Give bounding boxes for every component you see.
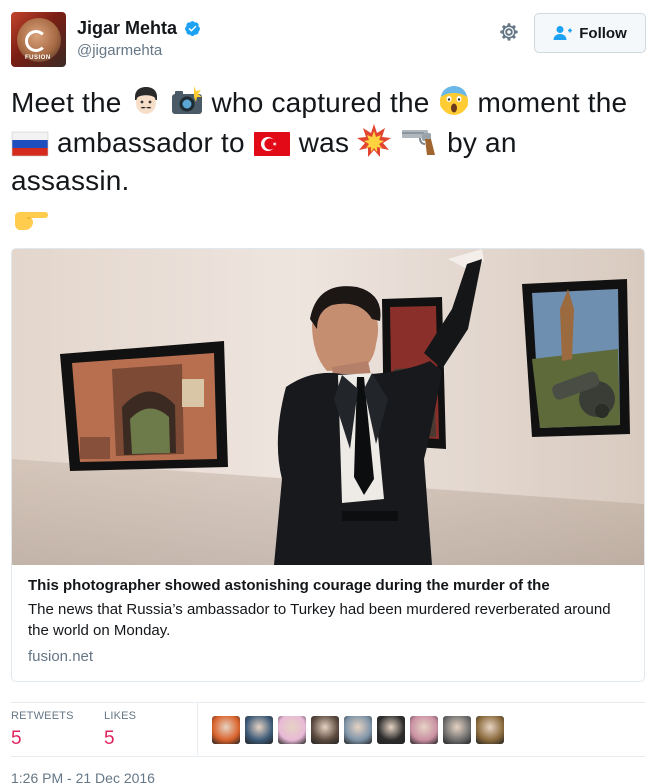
liker-avatar-9[interactable] xyxy=(476,716,504,744)
follow-label: Follow xyxy=(579,24,627,42)
retweets-count: 5 xyxy=(11,728,22,749)
follow-button[interactable]: Follow xyxy=(534,13,646,53)
card-photo-illustration xyxy=(12,249,644,565)
card-title[interactable]: This photographer showed astonishing cou… xyxy=(28,577,628,594)
stats-separator xyxy=(197,703,198,755)
tweet-text-part: who captured the xyxy=(211,87,438,118)
likes-count: 5 xyxy=(104,728,115,749)
user-handle[interactable]: @jigarmehta xyxy=(77,42,201,59)
liker-avatar-6[interactable] xyxy=(377,716,405,744)
display-name[interactable]: Jigar Mehta xyxy=(77,18,177,39)
man-face-emoji xyxy=(134,87,157,114)
pistol-emoji xyxy=(402,129,436,155)
avatar[interactable]: FUSION xyxy=(11,12,66,67)
card-body: This photographer showed astonishing cou… xyxy=(12,565,644,665)
fusion-logo-icon xyxy=(25,30,47,52)
user-identity: Jigar Mehta @jigarmehta xyxy=(77,18,201,59)
tweet-timestamp[interactable]: 1:26 PM - 21 Dec 2016 xyxy=(11,770,155,784)
likes-stat[interactable]: LIKES 5 xyxy=(104,710,136,750)
liker-avatar-4[interactable] xyxy=(311,716,339,744)
camera-flash-emoji xyxy=(171,86,202,114)
verified-badge-icon xyxy=(185,21,201,37)
liker-avatars xyxy=(212,716,504,744)
liker-avatar-8[interactable] xyxy=(443,716,471,744)
avatar-logo-text: FUSION xyxy=(25,55,51,61)
tweet-text-part: moment the xyxy=(477,87,628,118)
add-user-icon xyxy=(553,26,573,40)
likes-label: LIKES xyxy=(104,710,137,722)
gear-icon[interactable] xyxy=(497,20,521,44)
tweet-text: Meet the who captured the moment the amb… xyxy=(11,84,643,239)
card-domain[interactable]: fusion.net xyxy=(28,648,628,665)
tweet-text-part: was xyxy=(298,126,358,158)
retweets-stat[interactable]: RETWEETS 5 xyxy=(11,710,74,750)
screaming-face-emoji xyxy=(439,86,468,115)
turkey-flag-emoji xyxy=(253,131,290,156)
tweet-header: FUSION Jigar Mehta @jigarmehta Follow xyxy=(11,12,647,68)
stats-bottom-divider xyxy=(11,756,645,757)
tweet-text-part: Meet the xyxy=(11,87,130,118)
pointing-right-emoji xyxy=(15,211,48,230)
stats-top-divider xyxy=(11,702,645,703)
liker-avatar-1[interactable] xyxy=(212,716,240,744)
card-description: The news that Russia’s ambassador to Tur… xyxy=(28,601,611,639)
collision-emoji xyxy=(357,123,392,157)
liker-avatar-5[interactable] xyxy=(344,716,372,744)
link-preview-card[interactable]: This photographer showed astonishing cou… xyxy=(11,248,645,682)
liker-avatar-3[interactable] xyxy=(278,716,306,744)
russia-flag-emoji xyxy=(11,131,49,156)
liker-avatar-7[interactable] xyxy=(410,716,438,744)
tweet-text-part: ambassador to xyxy=(56,126,253,158)
retweets-label: RETWEETS xyxy=(11,710,74,722)
liker-avatar-2[interactable] xyxy=(245,716,273,744)
card-image xyxy=(12,249,644,565)
